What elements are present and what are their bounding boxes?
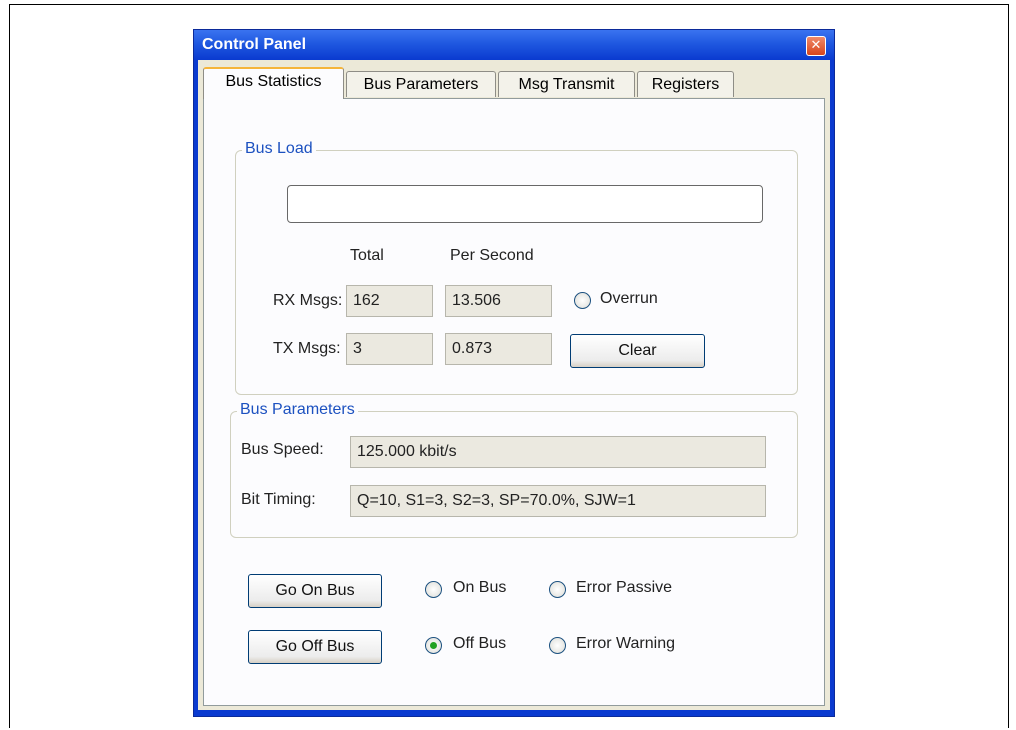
bus-load-group: Bus Load Total Per Second RX Msgs: 162 1… [235, 140, 798, 395]
rx-msgs-label: RX Msgs: [273, 292, 343, 309]
bus-parameters-group-label: Bus Parameters [237, 401, 358, 419]
window-client-area: Bus Statistics Bus Parameters Msg Transm… [198, 60, 830, 710]
rx-total-field: 162 [346, 285, 433, 317]
bus-speed-label: Bus Speed: [241, 441, 324, 458]
radio-selected-dot [430, 642, 437, 649]
go-on-bus-button[interactable]: Go On Bus [248, 574, 382, 608]
on-bus-radio[interactable] [425, 581, 442, 598]
overrun-radio[interactable] [574, 292, 591, 309]
off-bus-radio[interactable] [425, 637, 442, 654]
tab-page-bus-statistics: Bus Load Total Per Second RX Msgs: 162 1… [203, 98, 825, 706]
bus-load-progress-bar [287, 185, 763, 223]
bit-timing-field: Q=10, S1=3, S2=3, SP=70.0%, SJW=1 [350, 485, 766, 517]
rx-per-second-field: 13.506 [445, 285, 552, 317]
close-icon[interactable]: ✕ [806, 36, 826, 56]
overrun-label: Overrun [600, 290, 658, 307]
col-header-total: Total [350, 247, 384, 264]
error-warning-label: Error Warning [576, 635, 675, 652]
error-passive-label: Error Passive [576, 579, 673, 596]
bus-speed-field: 125.000 kbit/s [350, 436, 766, 468]
go-off-bus-button[interactable]: Go Off Bus [248, 630, 382, 664]
error-passive-radio[interactable] [549, 581, 566, 598]
tx-total-field: 3 [346, 333, 433, 365]
tab-msg-transmit[interactable]: Msg Transmit [498, 71, 635, 97]
tab-registers[interactable]: Registers [637, 71, 734, 97]
bit-timing-label: Bit Timing: [241, 491, 316, 508]
title-bar[interactable]: Control Panel ✕ [194, 30, 834, 60]
col-header-per-second: Per Second [450, 247, 534, 264]
off-bus-label: Off Bus [453, 635, 507, 652]
control-panel-window: Control Panel ✕ Bus Statistics Bus Param… [193, 29, 835, 717]
tx-per-second-field: 0.873 [445, 333, 552, 365]
tab-bus-statistics[interactable]: Bus Statistics [203, 67, 344, 99]
window-title: Control Panel [202, 36, 307, 53]
on-bus-label: On Bus [453, 579, 507, 596]
tx-msgs-label: TX Msgs: [273, 340, 341, 357]
bus-load-group-label: Bus Load [242, 140, 316, 158]
tab-bus-parameters[interactable]: Bus Parameters [346, 71, 496, 97]
error-warning-radio[interactable] [549, 637, 566, 654]
clear-button[interactable]: Clear [570, 334, 705, 368]
bus-parameters-group: Bus Parameters Bus Speed: 125.000 kbit/s… [230, 401, 798, 538]
